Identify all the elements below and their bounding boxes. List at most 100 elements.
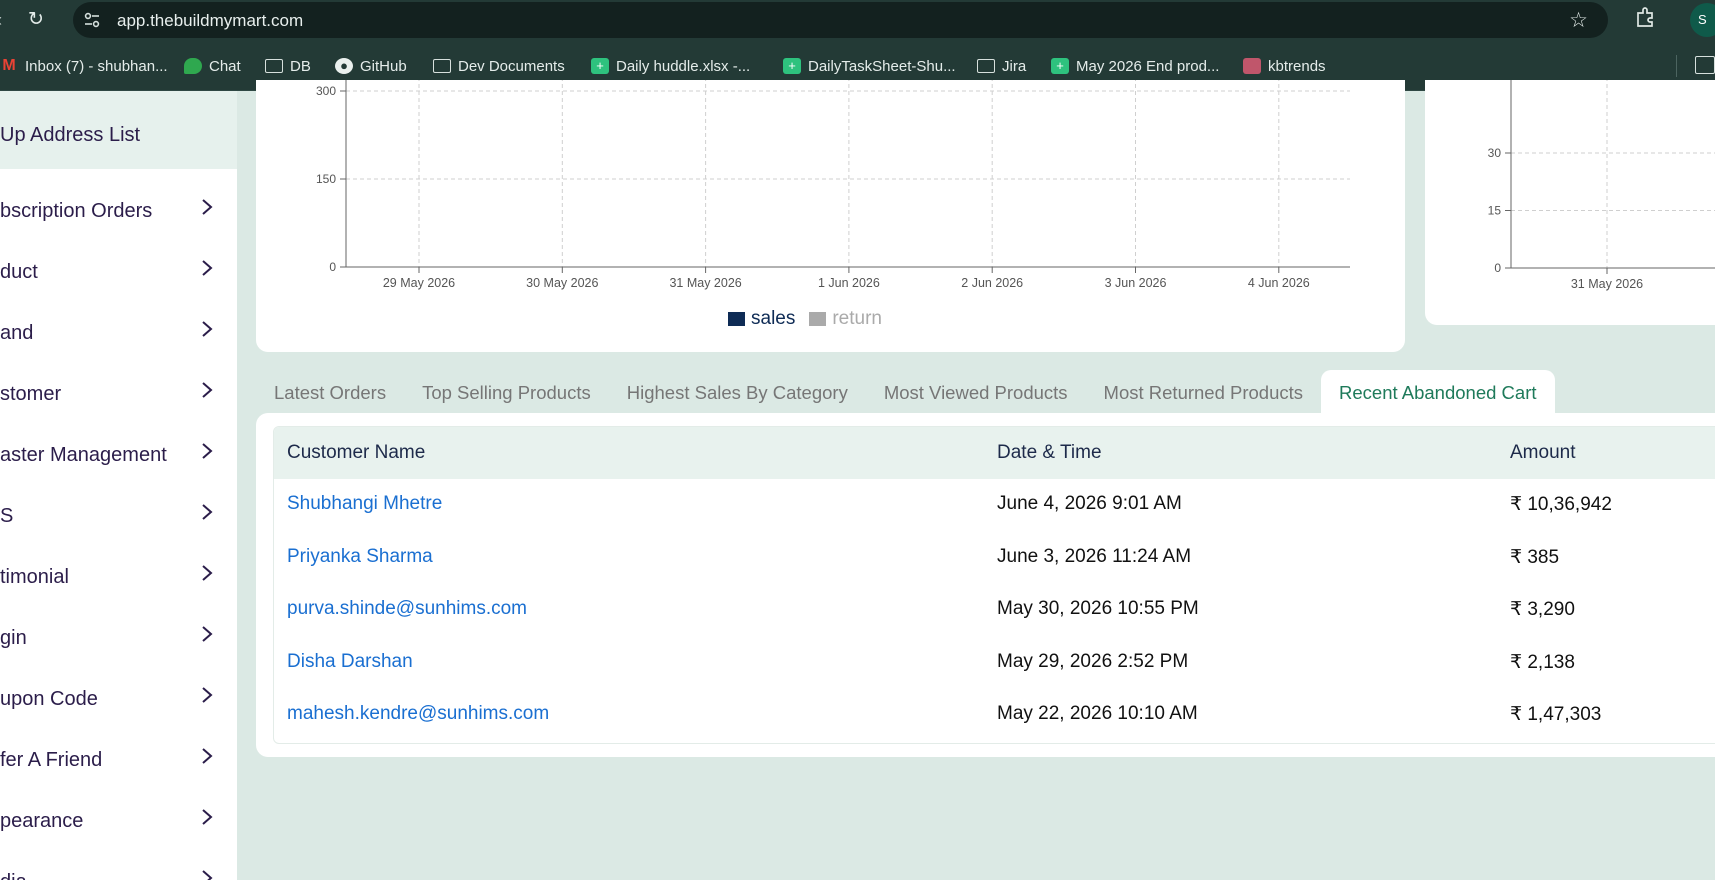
sidebar-item-label: fer A Friend [0, 749, 103, 771]
tab-most-returned-products[interactable]: Most Returned Products [1086, 370, 1321, 414]
x-tick-label: 1 Jun 2026 [818, 276, 880, 290]
chevron-right-icon [200, 501, 214, 523]
table-row: Priyanka Sharma June 3, 2026 11:24 AM ₹ … [274, 532, 1715, 585]
x-tick-label: 4 Jun 2026 [1248, 276, 1310, 290]
back-icon[interactable]: ‹ [0, 10, 2, 31]
bookmark-label: Daily huddle.xlsx -... [616, 57, 751, 75]
row-amount: ₹ 385 [1510, 547, 1560, 568]
sidebar-item-label: and [0, 322, 34, 344]
browser-toolbar: ‹ ↻ app.thebuildmymart.com ☆ S [0, 0, 1715, 40]
sidebar: Up Address List bscription Orders duct and… [0, 91, 237, 880]
bookmark-db[interactable]: DB [265, 55, 311, 77]
sidebar-item[interactable]: fer A Friend [0, 735, 237, 785]
chevron-right-icon [200, 623, 214, 645]
sidebar-item[interactable]: S [0, 491, 237, 541]
row-amount: ₹ 3,290 [1510, 599, 1575, 620]
bookmark-dev-documents[interactable]: Dev Documents [433, 55, 565, 77]
sidebar-item[interactable]: gin [0, 613, 237, 663]
y-tick-label: 30 [1488, 146, 1502, 160]
customer-link[interactable]: Priyanka Sharma [287, 546, 433, 568]
legend-label-sales: sales [751, 308, 796, 329]
column-header-amount[interactable]: Amount [1510, 442, 1575, 464]
bookmark-github[interactable]: ● GitHub [335, 55, 407, 77]
sidebar-item-label: bscription Orders [0, 200, 153, 222]
sidebar-item-label: dia [0, 871, 27, 880]
y-tick-label: 150 [316, 172, 336, 186]
x-tick-label: 31 May 2026 [669, 276, 741, 290]
sheets-icon: + [783, 58, 801, 74]
tab-top-selling-products[interactable]: Top Selling Products [404, 370, 609, 414]
row-amount: ₹ 10,36,942 [1510, 494, 1612, 515]
bookmark-label: May 2026 End prod... [1076, 57, 1220, 75]
bookmark-jira[interactable]: Jira [977, 55, 1026, 77]
sidebar-item[interactable]: dia [0, 857, 237, 880]
site-info-icon[interactable] [82, 10, 102, 30]
sidebar-item[interactable]: pearance [0, 796, 237, 846]
bookmark-star-icon[interactable]: ☆ [1569, 8, 1588, 33]
all-bookmarks-folder-icon[interactable] [1695, 56, 1715, 74]
sheets-icon: + [591, 58, 609, 74]
bookmark-label: Inbox (7) - shubhan... [25, 57, 168, 75]
sidebar-item[interactable]: and [0, 308, 237, 358]
row-datetime: May 22, 2026 10:10 AM [997, 703, 1198, 724]
x-tick-label: 3 Jun 2026 [1105, 276, 1167, 290]
chevron-right-icon [200, 257, 214, 279]
row-amount: ₹ 1,47,303 [1510, 704, 1602, 725]
bookmark-label: Chat [209, 57, 241, 75]
bookmark-daily-huddle[interactable]: + Daily huddle.xlsx -... [591, 55, 750, 77]
abandoned-cart-table: Customer Name Date & Time Amount Shubhan… [273, 426, 1715, 744]
bookmark-may-end-prod[interactable]: + May 2026 End prod... [1051, 55, 1219, 77]
tab-latest-orders[interactable]: Latest Orders [256, 370, 404, 414]
bookmark-label: DailyTaskSheet-Shu... [808, 57, 956, 75]
bookmark-gmail-inbox[interactable]: M Inbox (7) - shubhan... [0, 55, 168, 77]
bookmark-label: DB [290, 57, 311, 75]
address-bar[interactable]: app.thebuildmymart.com ☆ [73, 2, 1608, 38]
bookmark-kbtrends[interactable]: kbtrends [1243, 55, 1326, 77]
table-row: mahesh.kendre@sunhims.com May 22, 2026 1… [274, 689, 1715, 742]
tab-most-viewed-products[interactable]: Most Viewed Products [866, 370, 1086, 414]
chevron-right-icon [200, 806, 214, 828]
bookmark-label: Dev Documents [458, 57, 565, 75]
reload-icon[interactable]: ↻ [28, 8, 44, 31]
chevron-right-icon [200, 318, 214, 340]
sidebar-item[interactable]: aster Management [0, 430, 237, 480]
customer-link[interactable]: Disha Darshan [287, 651, 413, 673]
extensions-icon[interactable] [1632, 6, 1658, 32]
sidebar-item-label: Up Address List [0, 124, 141, 146]
folder-icon [977, 59, 995, 73]
table-row: purva.shinde@sunhims.com May 30, 2026 10… [274, 584, 1715, 637]
url-text[interactable]: app.thebuildmymart.com [117, 11, 303, 31]
customer-link[interactable]: mahesh.kendre@sunhims.com [287, 703, 549, 725]
legend-item-sales[interactable]: sales [728, 308, 795, 330]
table-row: Disha Darshan May 29, 2026 2:52 PM ₹ 2,1… [274, 637, 1715, 690]
chevron-right-icon [200, 440, 214, 462]
sidebar-item[interactable]: duct [0, 247, 237, 297]
sidebar-item[interactable]: stomer [0, 369, 237, 419]
sidebar-item-label: aster Management [0, 444, 167, 466]
tab-recent-abandoned-cart[interactable]: Recent Abandoned Cart [1321, 370, 1555, 414]
y-tick-label: 0 [1494, 261, 1501, 275]
row-datetime: May 30, 2026 10:55 PM [997, 598, 1199, 619]
legend-item-return[interactable]: return [809, 308, 882, 330]
sidebar-item[interactable]: timonial [0, 552, 237, 602]
customer-link[interactable]: Shubhangi Mhetre [287, 493, 442, 515]
row-amount: ₹ 2,138 [1510, 652, 1575, 673]
tab-highest-sales-by-category[interactable]: Highest Sales By Category [609, 370, 866, 414]
sidebar-item-label: upon Code [0, 688, 98, 710]
y-tick-label: 300 [316, 84, 336, 98]
column-header-customer-name[interactable]: Customer Name [287, 442, 425, 464]
chevron-right-icon [200, 379, 214, 401]
sidebar-item-label: gin [0, 627, 27, 649]
chevron-right-icon [200, 867, 214, 880]
sidebar-item[interactable]: bscription Orders [0, 186, 237, 236]
chevron-right-icon [200, 562, 214, 584]
chart-legend: sales return [728, 308, 882, 330]
bookmark-chat[interactable]: Chat [184, 55, 241, 77]
column-header-date-time[interactable]: Date & Time [997, 442, 1102, 464]
sidebar-item[interactable]: upon Code [0, 674, 237, 724]
profile-avatar[interactable]: S [1690, 3, 1715, 37]
bookmark-daily-task-sheet[interactable]: + DailyTaskSheet-Shu... [783, 55, 956, 77]
row-datetime: June 3, 2026 11:24 AM [997, 546, 1192, 567]
customer-link[interactable]: purva.shinde@sunhims.com [287, 598, 527, 620]
sidebar-item-active[interactable]: Up Address List [0, 91, 237, 169]
